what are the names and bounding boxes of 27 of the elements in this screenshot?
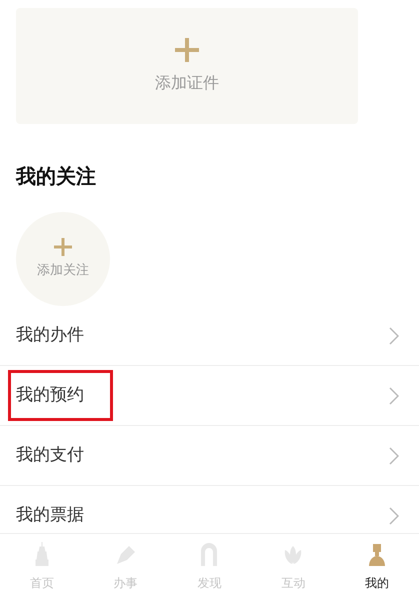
menu-row[interactable]: 我的支付 (0, 426, 419, 486)
add-document-card[interactable]: 添加证件 (16, 8, 358, 124)
menu-label: 我的预约 (8, 370, 113, 422)
chevron-right-icon (389, 506, 399, 524)
tab-item[interactable]: 办事 (84, 534, 168, 600)
arch-icon (200, 542, 218, 566)
add-follow-button[interactable]: 添加关注 (16, 212, 110, 306)
menu-row[interactable]: 我的预约 (0, 366, 419, 426)
add-document-label: 添加证件 (155, 72, 219, 94)
chevron-right-icon (389, 446, 399, 464)
tower-icon (34, 542, 49, 566)
chevron-right-icon (389, 386, 399, 404)
tab-item[interactable]: 互动 (251, 534, 336, 600)
person-icon (367, 542, 388, 566)
tab-item[interactable]: 首页 (0, 534, 84, 600)
menu-row[interactable]: 我的办件 (0, 306, 419, 366)
tab-item[interactable]: 我的 (335, 534, 419, 600)
plus-icon (53, 237, 73, 258)
pen-icon (114, 544, 137, 566)
plus-icon (174, 37, 200, 63)
chevron-right-icon (389, 326, 399, 344)
add-follow-label: 添加关注 (37, 262, 89, 280)
tab-item[interactable]: 发现 (168, 534, 252, 600)
section-title: 我的关注 (16, 166, 97, 186)
menu-label: 我的办件 (16, 324, 84, 347)
menu-label: 我的票据 (16, 504, 84, 527)
menu-label: 我的支付 (16, 444, 84, 467)
